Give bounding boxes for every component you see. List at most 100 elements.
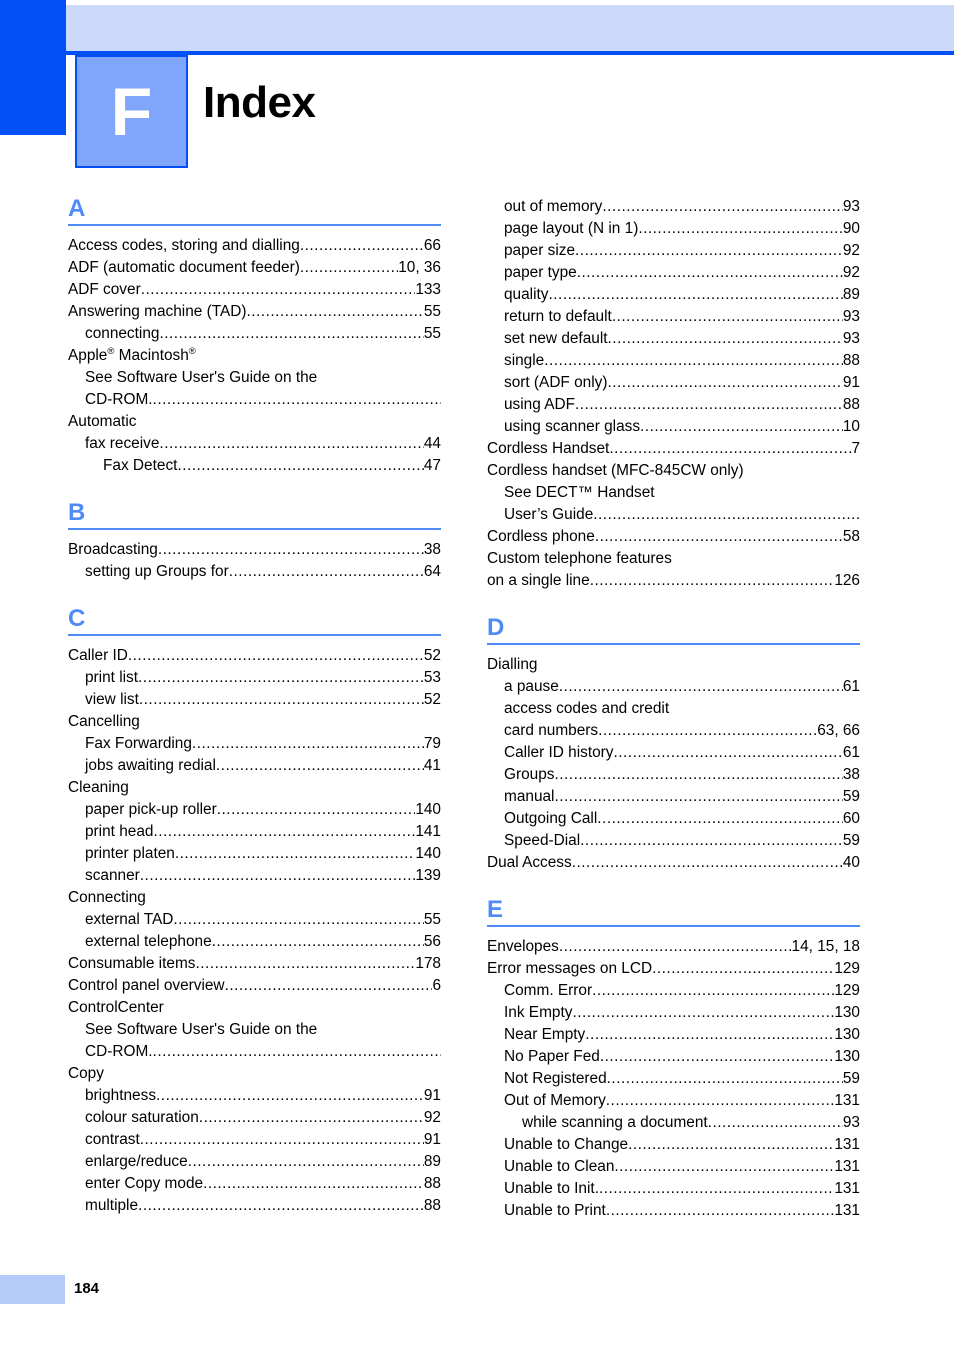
index-entry: print list .............................… — [68, 667, 441, 689]
index-entry: Envelopes ..............................… — [487, 936, 860, 958]
dot-leader: ........................................… — [191, 735, 424, 752]
index-entry: Cordless handset (MFC-845CW only) — [487, 460, 860, 482]
index-entry: Ink Empty ..............................… — [487, 1002, 860, 1024]
index-entry-label: Not Registered — [504, 1070, 607, 1087]
index-entry: Speed-Dial .............................… — [487, 830, 860, 852]
index-page: { "header": { "chapter_letter": "F", "ti… — [0, 0, 954, 1348]
dot-leader: ........................................… — [299, 259, 399, 276]
dot-leader: ........................................… — [159, 435, 424, 452]
index-entry: Comm. Error ............................… — [487, 980, 860, 1002]
dot-leader: ........................................… — [228, 563, 424, 580]
index-entry-label: view list — [85, 691, 139, 708]
index-entry-page: 10 — [842, 418, 860, 435]
index-entry: Outgoing Call ..........................… — [487, 808, 860, 830]
index-entry-page: 52 — [423, 647, 441, 664]
index-entry-label: User’s Guide — [504, 506, 594, 523]
index-entry-label: Fax Detect — [103, 457, 178, 474]
index-entry-label: while scanning a document — [522, 1114, 708, 1131]
index-entry-label: print list — [85, 669, 139, 686]
index-entry-page: 89 — [423, 1153, 441, 1170]
index-entry-label: Custom telephone features — [487, 550, 672, 567]
dot-leader: ........................................… — [609, 440, 851, 457]
dot-leader: ........................................… — [139, 1131, 424, 1148]
index-entry-page: 131 — [834, 1092, 860, 1109]
index-entry-label: card numbers — [504, 722, 599, 739]
dot-leader: ........................................… — [640, 418, 843, 435]
index-entry: Unable to Init. ........................… — [487, 1178, 860, 1200]
dot-leader: ........................................… — [576, 264, 843, 281]
index-entry: See Software User's Guide on the — [68, 367, 441, 389]
index-entry-label: page layout (N in 1) — [504, 220, 639, 237]
index-entry-page: 131 — [834, 1136, 860, 1153]
index-entry-page: 88 — [842, 396, 860, 413]
index-entry-page: 88 — [423, 1175, 441, 1192]
chapter-letter-tab: F — [75, 55, 188, 168]
index-section: C Caller ID .............................… — [68, 583, 441, 1217]
dot-leader: ........................................… — [592, 982, 834, 999]
dot-leader: ........................................… — [174, 845, 415, 862]
index-entry-list: Dialling a pause ........................… — [487, 654, 860, 874]
index-entry-label: Consumable items — [68, 955, 196, 972]
index-entry: Cleaning — [68, 777, 441, 799]
index-entry-page: 56 — [423, 933, 441, 950]
dot-leader: ........................................… — [605, 1092, 835, 1109]
index-entry-label: Unable to Print — [504, 1202, 606, 1219]
index-entry: paper type .............................… — [487, 262, 860, 284]
section-rule — [487, 925, 860, 927]
index-entry-page: 140 — [415, 845, 441, 862]
index-entry-label: Copy — [68, 1065, 104, 1082]
index-entry-page: 63, 66 — [817, 722, 860, 739]
index-entry-label: Speed-Dial — [504, 832, 581, 849]
index-entry: out of memory ..........................… — [487, 196, 860, 218]
index-entry-label: Unable to Clean — [504, 1158, 615, 1175]
index-entry-label: Apple® Macintosh® — [68, 345, 196, 364]
index-entry-label: jobs awaiting redial — [85, 757, 216, 774]
index-entry-label: Answering machine (TAD) — [68, 303, 247, 320]
index-entry-label: brightness — [85, 1087, 157, 1104]
index-entry-page: 93 — [842, 1114, 860, 1131]
dot-leader: ........................................… — [246, 303, 424, 320]
index-entry: connecting .............................… — [68, 323, 441, 345]
index-entry-page: 64 — [423, 563, 441, 580]
index-entry: Caller ID ..............................… — [68, 645, 441, 667]
index-entry-page: 14, 15, 18 — [791, 938, 860, 955]
index-entry-label: Out of Memory — [504, 1092, 606, 1109]
dot-leader: ........................................… — [224, 977, 433, 994]
index-entry: Consumable items .......................… — [68, 953, 441, 975]
index-entry: Near Empty .............................… — [487, 1024, 860, 1046]
dot-leader: ........................................… — [638, 220, 843, 237]
dot-leader: ........................................… — [611, 308, 843, 325]
index-entry-label: Cleaning — [68, 779, 129, 796]
index-entry: CD-ROM. ................................… — [68, 389, 441, 411]
index-entry-label: external TAD — [85, 911, 174, 928]
dot-leader: ........................................… — [173, 911, 423, 928]
index-entry-page: 59 — [842, 788, 860, 805]
index-entry: printer platen .........................… — [68, 843, 441, 865]
dot-leader: ........................................… — [138, 691, 424, 708]
index-entry-page: 92 — [842, 242, 860, 259]
index-entry-label: contrast — [85, 1131, 140, 1148]
index-entry: Out of Memory ..........................… — [487, 1090, 860, 1112]
index-entry-page: 133 — [415, 281, 441, 298]
index-entry-page: 79 — [423, 735, 441, 752]
index-entry: access codes and credit — [487, 698, 860, 720]
index-entry-label: ADF (automatic document feeder) — [68, 259, 300, 276]
dot-leader: ........................................… — [614, 1158, 835, 1175]
index-entry: contrast ...............................… — [68, 1129, 441, 1151]
page-title: Index — [203, 78, 316, 127]
dot-leader: ........................................… — [594, 528, 843, 545]
dot-leader: ........................................… — [599, 1048, 834, 1065]
index-entry: Control panel overview .................… — [68, 975, 441, 997]
index-entry-label: quality — [504, 286, 549, 303]
section-rule — [68, 528, 441, 530]
index-entry-page: 140 — [415, 801, 441, 818]
index-entry-label: paper type — [504, 264, 577, 281]
dot-leader: ........................................… — [602, 198, 843, 215]
index-entry-label: Comm. Error — [504, 982, 593, 999]
section-rule — [68, 224, 441, 226]
index-entry: setting up Groups for ..................… — [68, 561, 441, 583]
dot-leader: ........................................… — [628, 1136, 835, 1153]
index-entry-page: 91 — [423, 1087, 441, 1104]
